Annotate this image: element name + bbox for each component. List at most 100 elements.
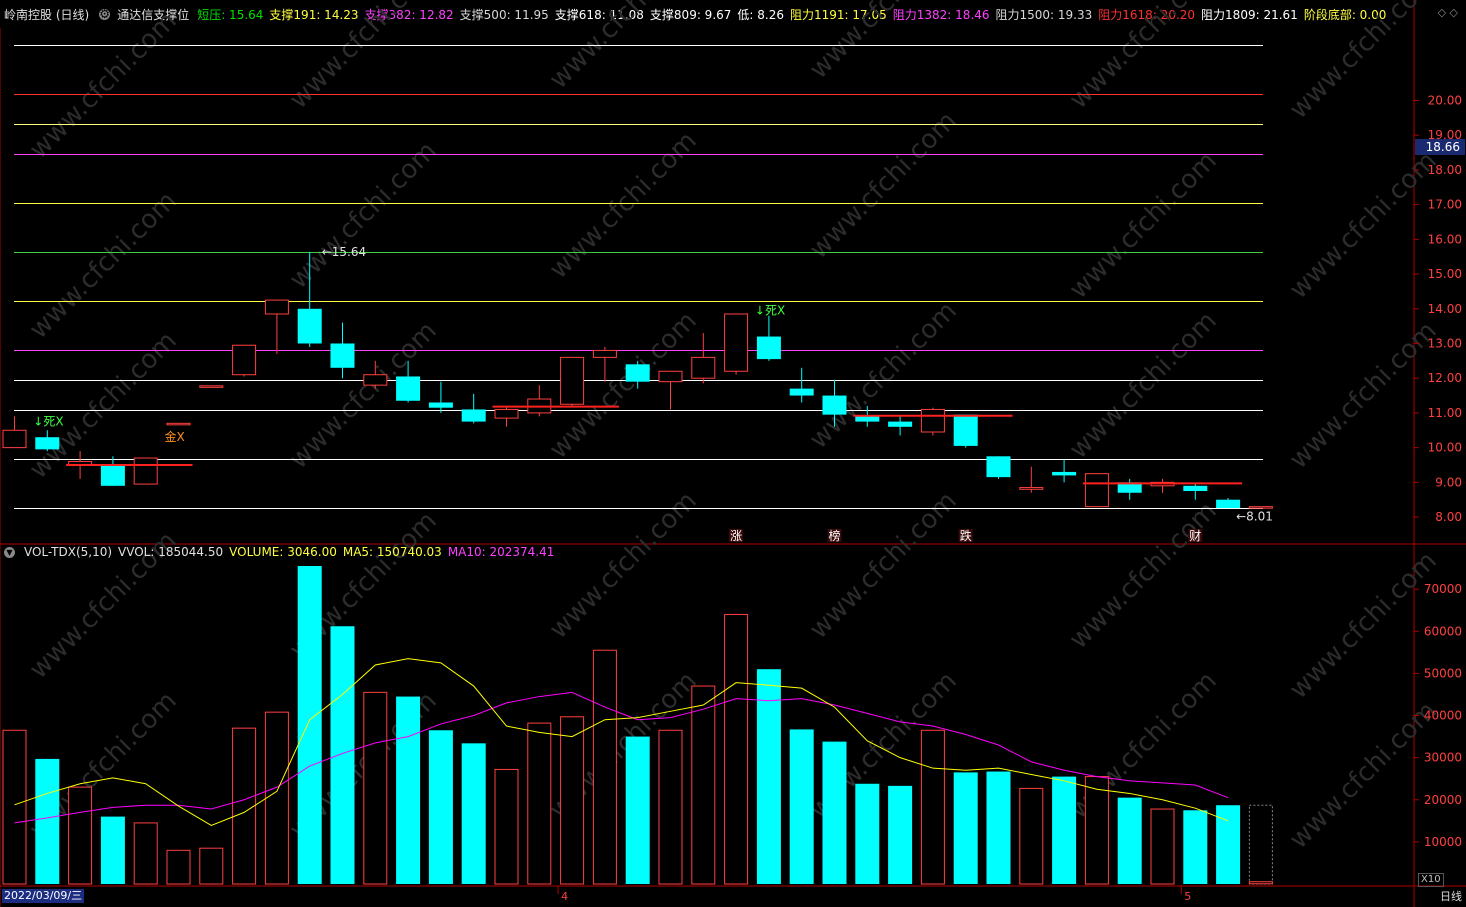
candle-body-29 — [953, 414, 978, 446]
volume-bar-33 — [1084, 776, 1109, 885]
volume-value: VOLUME: 3046.00 — [229, 545, 337, 559]
price-tick-label-4: 16.00 — [1428, 232, 1462, 246]
candle-body-13 — [428, 402, 453, 408]
candle-body-19 — [625, 364, 650, 382]
current-date: 2022/03/09/三 — [2, 889, 85, 903]
watermark-10: www.cfchi.com — [1064, 146, 1223, 305]
price-tick-label-3: 17.00 — [1428, 198, 1462, 212]
volume-indicator-name[interactable]: VOL-TDX(5,10) — [24, 545, 112, 559]
volume-bar-26 — [855, 783, 880, 884]
volume-bar-13 — [428, 730, 453, 884]
volume-bar-5 — [166, 849, 191, 885]
volume-tick-label-4: 30000 — [1424, 751, 1462, 765]
price-tick-label-12: 8.00 — [1435, 510, 1462, 524]
watermark-16: www.cfchi.com — [1064, 306, 1223, 465]
candle-body-22 — [724, 313, 749, 372]
volume-bar-19 — [625, 736, 650, 884]
ma5-value: MA5: 150740.03 — [342, 545, 442, 559]
volume-bar-0 — [2, 729, 27, 885]
period-label[interactable]: 日线 — [1440, 888, 1462, 904]
candle-body-15 — [494, 408, 519, 419]
candle-body-24 — [789, 388, 814, 396]
candle-body-3 — [100, 464, 125, 486]
volume-bar-18 — [592, 649, 617, 885]
watermark-29: www.cfchi.com — [1284, 696, 1443, 855]
candle-body-37 — [1216, 499, 1241, 509]
volume-tick-label-5: 20000 — [1424, 793, 1462, 807]
volume-bar-29 — [953, 772, 978, 884]
candle-body-33 — [1084, 473, 1109, 508]
price-tick-label-7: 13.00 — [1428, 336, 1462, 350]
volume-bar-2 — [68, 786, 93, 885]
candle-body-11 — [363, 374, 388, 386]
candle-body-36 — [1183, 485, 1208, 492]
candle-body-26 — [855, 416, 880, 422]
volume-bar-4 — [133, 822, 158, 885]
candle-body-4 — [133, 457, 158, 485]
watermark-6: www.cfchi.com — [24, 186, 183, 345]
event-marker-2: 跌 — [960, 528, 972, 543]
ma10-value: MA10: 202374.41 — [447, 545, 555, 559]
volume-bar-30 — [986, 771, 1011, 884]
candle-body-28 — [920, 408, 945, 433]
event-marker-3: 财 — [1189, 529, 1201, 543]
candle-body-31 — [1019, 487, 1044, 490]
volume-bar-23 — [756, 669, 781, 884]
volume-bar-17 — [560, 716, 585, 885]
candle-body-25 — [822, 395, 847, 415]
candle-body-10 — [330, 343, 355, 368]
volume-settings-icon[interactable]: ▼ — [4, 546, 15, 558]
volume-bar-16 — [527, 722, 552, 885]
volume-bar-14 — [461, 743, 486, 884]
month-label-1: 5 — [1184, 890, 1191, 903]
candle-body-8 — [264, 299, 289, 315]
signal-label-0: ↓死X — [33, 415, 63, 429]
volume-bar-9 — [297, 566, 322, 884]
volume-bar-22 — [724, 613, 749, 885]
volume-bar-8 — [264, 711, 289, 885]
watermark-7: www.cfchi.com — [284, 136, 443, 295]
watermark-12: www.cfchi.com — [24, 326, 183, 485]
candle-body-38 — [1248, 506, 1273, 509]
volume-bar-6 — [199, 847, 224, 885]
watermark-0: www.cfchi.com — [24, 6, 183, 165]
candle-body-30 — [986, 456, 1011, 478]
candle-body-21 — [691, 356, 716, 379]
watermark-23: www.cfchi.com — [1284, 546, 1443, 705]
volume-tick-label-0: 70000 — [1424, 582, 1462, 596]
watermark-17: www.cfchi.com — [1284, 316, 1443, 475]
candle-body-0 — [2, 429, 27, 449]
candle-body-23 — [756, 336, 781, 360]
volume-bar-27 — [888, 785, 913, 884]
watermark-1: www.cfchi.com — [284, 0, 443, 115]
watermark-3: www.cfchi.com — [804, 0, 963, 85]
low-price-label: ←8.01 — [1236, 510, 1273, 524]
candle-body-32 — [1052, 471, 1077, 476]
volume-bar-3 — [100, 816, 125, 884]
volume-bar-12 — [396, 696, 421, 884]
watermark-4: www.cfchi.com — [1064, 0, 1223, 115]
watermark-22: www.cfchi.com — [1064, 496, 1223, 655]
watermark-20: www.cfchi.com — [544, 486, 703, 645]
price-tick-label-11: 9.00 — [1435, 475, 1462, 489]
volume-bar-28 — [920, 729, 945, 885]
price-tick-label-10: 10.00 — [1428, 441, 1462, 455]
price-tick-label-2: 18.00 — [1428, 163, 1462, 177]
candle-body-18 — [592, 349, 617, 358]
volume-bar-10 — [330, 626, 355, 884]
volume-bar-36 — [1183, 810, 1208, 884]
peak-price-label: ←15.64 — [322, 245, 366, 259]
candle-body-27 — [888, 421, 913, 427]
event-marker-0: 涨 — [730, 528, 742, 543]
watermark-9: www.cfchi.com — [804, 106, 963, 265]
volume-bar-15 — [494, 768, 519, 885]
kline-chart[interactable]: www.cfchi.com www.cfchi.com www.cfchi.com w… — [0, 0, 1466, 907]
volume-bar-38 — [1248, 881, 1273, 885]
volume-tick-label-3: 40000 — [1424, 709, 1462, 723]
volume-tick-label-2: 50000 — [1424, 666, 1462, 680]
watermark-2: www.cfchi.com — [544, 0, 703, 95]
price-tick-label-0: 20.00 — [1428, 93, 1462, 107]
volume-tick-label-6: 10000 — [1424, 835, 1462, 849]
volume-bar-31 — [1019, 787, 1044, 885]
price-tick-label-6: 14.00 — [1428, 302, 1462, 316]
